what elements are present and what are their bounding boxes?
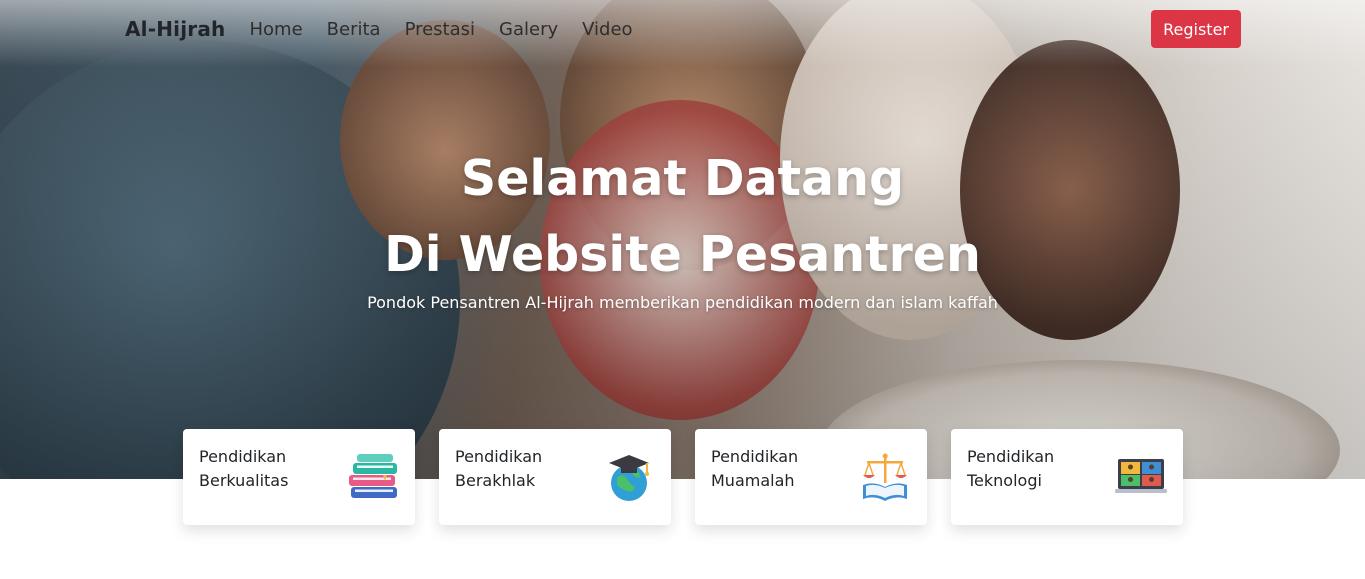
register-button[interactable]: Register: [1151, 10, 1241, 48]
feature-card-teknologi: Pendidikan Teknologi: [951, 429, 1183, 525]
top-navbar: Al-Hijrah Home Berita Prestasi Galery Vi…: [125, 10, 1241, 48]
feature-card-berkualitas: Pendidikan Berkualitas: [183, 429, 415, 525]
hero-title-line1: Selamat Datang: [460, 150, 905, 207]
feature-card-berakhlak: Pendidikan Berakhlak: [439, 429, 671, 525]
feature-card-muamalah: Pendidikan Muamalah: [695, 429, 927, 525]
graduation-globe-icon: [609, 455, 649, 501]
hero-section: Al-Hijrah Home Berita Prestasi Galery Vi…: [0, 0, 1365, 479]
books-icon: [349, 454, 397, 498]
nav-link-galery[interactable]: Galery: [499, 19, 558, 40]
nav-link-home[interactable]: Home: [249, 19, 302, 40]
brand-logo-text[interactable]: Al-Hijrah: [125, 17, 225, 41]
nav-link-berita[interactable]: Berita: [327, 19, 381, 40]
feature-cards: Pendidikan Berkualitas Pendidikan Berakh…: [183, 429, 1183, 525]
hero-title-line2: Di Website Pesantren: [384, 226, 981, 283]
scales-book-icon: [863, 453, 907, 501]
hero-subtitle: Pondok Pensantren Al-Hijrah memberikan p…: [367, 293, 998, 312]
nav-link-prestasi[interactable]: Prestasi: [405, 19, 475, 40]
nav-link-video[interactable]: Video: [582, 19, 632, 40]
laptop-video-icon: [1115, 459, 1167, 493]
